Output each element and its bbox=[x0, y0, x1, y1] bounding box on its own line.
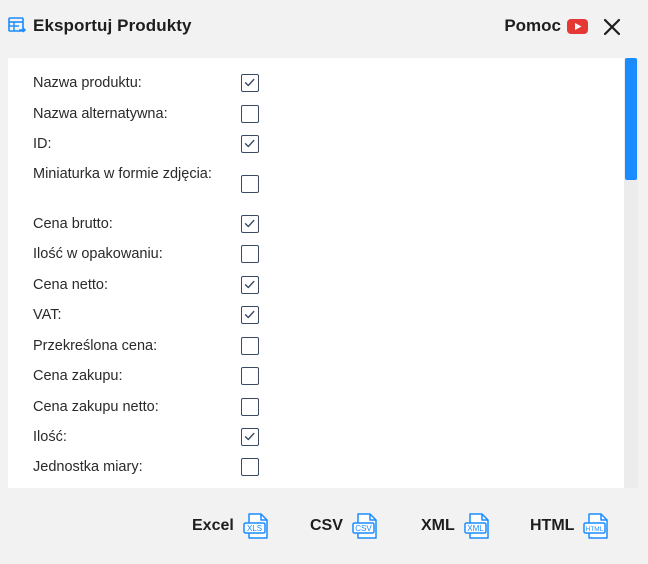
scrollbar-thumb[interactable] bbox=[625, 58, 637, 180]
field-label: Cena netto: bbox=[33, 277, 108, 293]
field-label: Nazwa produktu: bbox=[33, 75, 142, 91]
checkmark-icon bbox=[244, 219, 255, 228]
field-checkbox[interactable] bbox=[241, 276, 259, 294]
field-label: Przekreślona cena: bbox=[33, 338, 158, 354]
field-row: Cena zakupu: bbox=[8, 367, 620, 385]
field-label: Ilość w opakowaniu: bbox=[33, 246, 163, 262]
export-csv-button[interactable]: CSV CSV bbox=[310, 512, 379, 540]
csv-file-icon: CSV bbox=[352, 513, 377, 539]
file-icon-text: XML bbox=[467, 524, 484, 533]
field-checkbox[interactable] bbox=[241, 105, 259, 123]
field-checkbox[interactable] bbox=[241, 367, 259, 385]
field-label: Jednostka miary: bbox=[33, 459, 143, 475]
help-button[interactable]: Pomoc bbox=[504, 16, 588, 36]
html-file-icon: HTML bbox=[583, 513, 609, 539]
field-checkbox[interactable] bbox=[241, 398, 259, 416]
field-row: Cena netto: bbox=[8, 276, 620, 294]
export-table-icon bbox=[8, 17, 26, 33]
field-row: Cena zakupu netto: bbox=[8, 398, 620, 416]
field-label: VAT: bbox=[33, 307, 62, 323]
checkmark-icon bbox=[244, 78, 255, 87]
xml-file-icon: XML bbox=[464, 513, 489, 539]
field-checkbox[interactable] bbox=[241, 215, 259, 233]
export-label: HTML bbox=[530, 517, 575, 534]
field-label: Cena zakupu: bbox=[33, 368, 123, 384]
file-icon-text: HTML bbox=[586, 526, 604, 533]
file-icon-text: XLS bbox=[247, 524, 262, 533]
field-checkbox[interactable] bbox=[241, 135, 259, 153]
field-label: ID: bbox=[33, 136, 52, 152]
export-label: Excel bbox=[192, 517, 234, 534]
export-xml-button[interactable]: XML XML bbox=[421, 512, 491, 540]
field-row: Nazwa alternatywna: bbox=[8, 105, 620, 123]
field-checkbox[interactable] bbox=[241, 428, 259, 446]
field-row: Miniaturka w formie zdjęcia: bbox=[8, 165, 620, 203]
dialog-header: Eksportuj Produkty Pomoc bbox=[0, 0, 648, 56]
checkmark-icon bbox=[244, 432, 255, 441]
export-label: XML bbox=[421, 517, 455, 534]
youtube-icon bbox=[567, 18, 588, 34]
field-checkbox[interactable] bbox=[241, 245, 259, 263]
field-row: Cena brutto: bbox=[8, 215, 620, 233]
field-label: Miniaturka w formie zdjęcia: bbox=[33, 166, 212, 182]
scrollbar[interactable] bbox=[624, 58, 638, 488]
field-checkbox[interactable] bbox=[241, 306, 259, 324]
checkmark-icon bbox=[244, 310, 255, 319]
file-icon-text: CSV bbox=[355, 524, 372, 533]
field-checkbox[interactable] bbox=[241, 175, 259, 193]
close-icon[interactable] bbox=[602, 17, 622, 37]
field-row: Przekreślona cena: bbox=[8, 337, 620, 355]
field-row: VAT: bbox=[8, 306, 620, 324]
checkmark-icon bbox=[244, 139, 255, 148]
export-excel-button[interactable]: Excel XLS bbox=[192, 512, 270, 540]
field-list-panel: Nazwa produktu: Nazwa alternatywna: ID: Min… bbox=[8, 58, 638, 488]
field-row: Nazwa produktu: bbox=[8, 74, 620, 92]
field-checkbox[interactable] bbox=[241, 337, 259, 355]
field-label: Ilość: bbox=[33, 429, 67, 445]
export-options: Excel XLS CSV CSV XML XML HTML HTML bbox=[0, 500, 648, 552]
field-label: Nazwa alternatywna: bbox=[33, 106, 168, 122]
field-label: Cena brutto: bbox=[33, 216, 113, 232]
checkmark-icon bbox=[244, 280, 255, 289]
field-label: Cena zakupu netto: bbox=[33, 399, 159, 415]
field-row: Ilość: bbox=[8, 428, 620, 446]
field-row: Ilość w opakowaniu: bbox=[8, 245, 620, 263]
field-row: ID: bbox=[8, 135, 620, 153]
dialog-title: Eksportuj Produkty bbox=[33, 16, 192, 35]
export-label: CSV bbox=[310, 517, 343, 534]
field-checkbox[interactable] bbox=[241, 458, 259, 476]
field-checkbox[interactable] bbox=[241, 74, 259, 92]
xls-file-icon: XLS bbox=[243, 513, 268, 539]
help-label: Pomoc bbox=[504, 16, 561, 35]
field-row: Jednostka miary: bbox=[8, 458, 620, 476]
export-html-button[interactable]: HTML HTML bbox=[530, 512, 610, 540]
